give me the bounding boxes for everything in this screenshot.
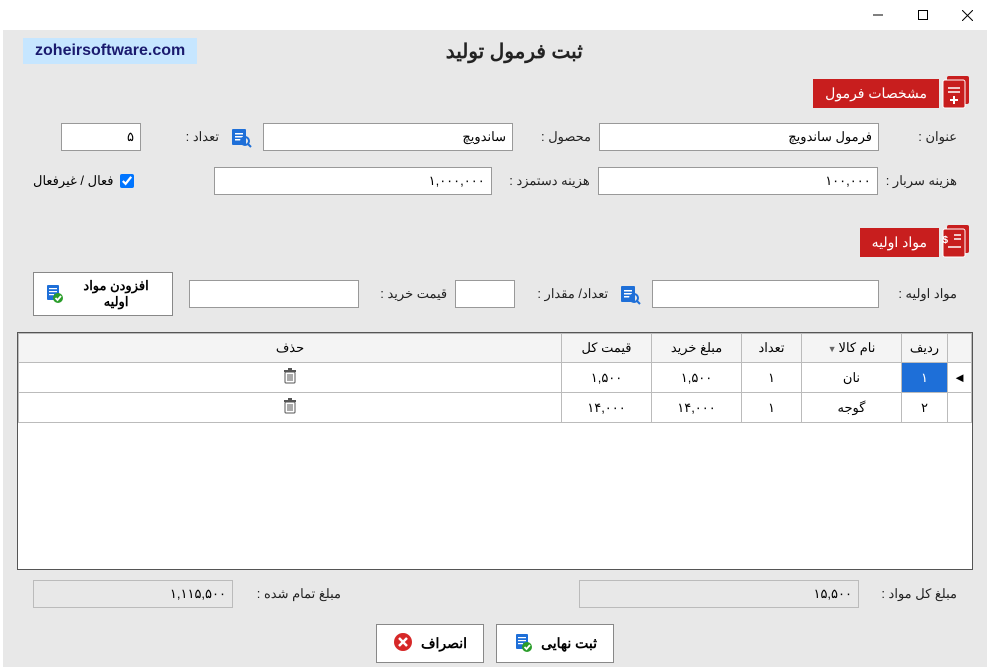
- submit-label: ثبت نهایی: [541, 635, 597, 652]
- cell-idx: ۱: [902, 363, 948, 393]
- materials-table: ردیف نام کالا▼ تعداد مبلغ خرید قیمت کل ح…: [17, 332, 973, 570]
- row-selector-header: [948, 334, 972, 363]
- trash-icon[interactable]: [283, 368, 297, 384]
- submit-button[interactable]: ثبت نهایی: [496, 624, 614, 663]
- maximize-button[interactable]: [900, 0, 945, 30]
- col-buy-header[interactable]: مبلغ خرید: [652, 334, 742, 363]
- cancel-button[interactable]: انصراف: [376, 624, 484, 663]
- app-window: ثبت فرمول تولید zoheirsoftware.com مشخصا…: [0, 0, 990, 672]
- col-del-header[interactable]: حذف: [19, 334, 562, 363]
- add-material-button[interactable]: افزودن مواد اولیه: [33, 272, 173, 316]
- cell-delete: [19, 363, 562, 393]
- materials-doc-icon: $: [939, 221, 975, 264]
- buy-price-input[interactable]: [189, 280, 359, 308]
- trash-icon[interactable]: [283, 398, 297, 414]
- row-selector: ◄: [948, 363, 972, 393]
- cell-name: نان: [802, 363, 902, 393]
- material-search-icon[interactable]: [616, 280, 644, 308]
- brand-label: zoheirsoftware.com: [23, 38, 197, 64]
- cell-buy: ۱,۵۰۰: [652, 363, 742, 393]
- col-idx-header[interactable]: ردیف: [902, 334, 948, 363]
- wage-input[interactable]: [214, 167, 492, 195]
- row-selector: [948, 393, 972, 423]
- cell-buy: ۱۴,۰۰۰: [652, 393, 742, 423]
- sort-desc-icon: ▼: [828, 344, 837, 354]
- count-label: تعداد :: [149, 129, 219, 145]
- svg-text:$: $: [942, 235, 948, 246]
- buy-price-label: قیمت خرید :: [367, 286, 447, 302]
- table-row[interactable]: ۲گوجه۱۱۴,۰۰۰۱۴,۰۰۰: [19, 393, 972, 423]
- titlebar: [0, 0, 990, 30]
- page-title: ثبت فرمول تولید: [446, 39, 583, 64]
- wage-label: هزینه دستمزد :: [500, 173, 590, 189]
- overhead-input[interactable]: [598, 167, 878, 195]
- add-material-label: افزودن مواد اولیه: [70, 278, 162, 310]
- spec-doc-icon: [939, 72, 975, 115]
- total-materials-output: [579, 580, 859, 608]
- cell-total: ۱,۵۰۰: [562, 363, 652, 393]
- col-total-header[interactable]: قیمت کل: [562, 334, 652, 363]
- final-cost-output: [33, 580, 233, 608]
- content-area: ثبت فرمول تولید zoheirsoftware.com مشخصا…: [3, 30, 987, 667]
- cell-delete: [19, 393, 562, 423]
- col-qty-header[interactable]: تعداد: [742, 334, 802, 363]
- clipboard-check-icon: [44, 283, 64, 306]
- table-row[interactable]: ◄۱نان۱۱,۵۰۰۱,۵۰۰: [19, 363, 972, 393]
- cell-qty: ۱: [742, 363, 802, 393]
- product-label: محصول :: [521, 129, 591, 145]
- cell-total: ۱۴,۰۰۰: [562, 393, 652, 423]
- count-input[interactable]: [61, 123, 141, 151]
- cell-idx: ۲: [902, 393, 948, 423]
- clipboard-check-icon: [513, 632, 533, 655]
- material-input[interactable]: [652, 280, 879, 308]
- overhead-label: هزینه سربار :: [886, 173, 957, 189]
- material-label: مواد اولیه :: [887, 286, 957, 302]
- close-button[interactable]: [945, 0, 990, 30]
- title-input[interactable]: [599, 123, 879, 151]
- cancel-x-icon: [393, 632, 413, 655]
- final-cost-label: مبلغ تمام شده :: [241, 586, 341, 602]
- minimize-button[interactable]: [855, 0, 900, 30]
- active-label: فعال / غیرفعال: [33, 173, 114, 189]
- col-name-header[interactable]: نام کالا▼: [802, 334, 902, 363]
- qty-amount-input[interactable]: [455, 280, 515, 308]
- cell-qty: ۱: [742, 393, 802, 423]
- title-label: عنوان :: [887, 129, 957, 145]
- cell-name: گوجه: [802, 393, 902, 423]
- section-materials-tag: مواد اولیه: [860, 228, 939, 257]
- total-materials-label: مبلغ کل مواد :: [867, 586, 957, 602]
- product-search-icon[interactable]: [227, 123, 255, 151]
- qty-amount-label: تعداد/ مقدار :: [523, 286, 608, 302]
- product-input[interactable]: [263, 123, 513, 151]
- active-checkbox[interactable]: [120, 174, 134, 188]
- section-spec-tag: مشخصات فرمول: [813, 79, 939, 108]
- cancel-label: انصراف: [421, 635, 467, 652]
